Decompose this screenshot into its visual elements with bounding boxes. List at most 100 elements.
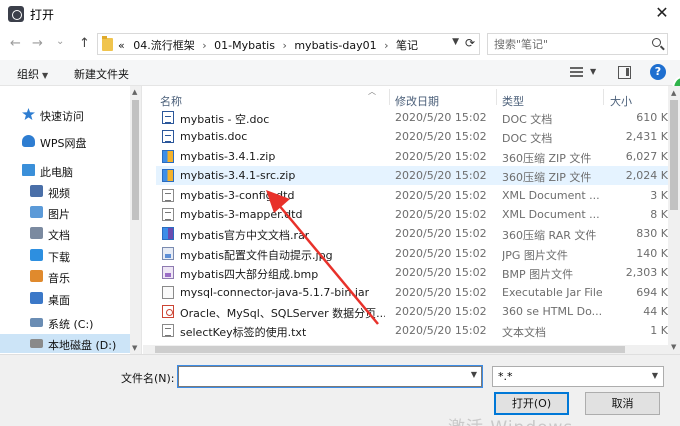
organize-button[interactable]: 组织 ▼ [17, 66, 48, 82]
sidebar-item-drive-d[interactable]: 本地磁盘 (D:) [0, 334, 130, 353]
file-row[interactable]: mybatis-3-mapper.dtd 2020/5/20 15:02 XML D… [156, 205, 668, 224]
sidebar-item-downloads[interactable]: 下载 [30, 246, 141, 265]
column-divider[interactable] [389, 89, 390, 105]
file-size: 2,303 K [625, 266, 668, 280]
chevron-down-icon[interactable]: ▼ [590, 67, 596, 76]
open-button[interactable]: 打开(O) [494, 392, 569, 415]
scroll-up-icon[interactable]: ▲ [132, 88, 137, 96]
file-row[interactable]: mybatis - 空.doc 2020/5/20 15:02 DOC 文档 610 … [156, 108, 668, 127]
help-icon[interactable]: ? [650, 64, 666, 80]
sidebar-item-videos[interactable]: 视频 [30, 182, 141, 201]
computer-icon [22, 164, 35, 176]
chevron-down-icon[interactable]: ▼ [652, 371, 658, 380]
breadcrumb-item[interactable]: 04.流行框架 [133, 39, 195, 52]
column-header-type[interactable]: 类型 [502, 93, 524, 109]
chevron-down-icon[interactable]: ▼ [471, 370, 477, 379]
recent-locations-icon[interactable]: ⌄ [56, 34, 64, 50]
sidebar-item-quick-access[interactable]: 快速访问 [22, 105, 141, 124]
file-row[interactable]: mybatis-3.4.1.zip 2020/5/20 15:02 360压缩 ZI… [156, 147, 668, 166]
search-input[interactable] [488, 34, 643, 54]
sidebar-item-wps-cloud[interactable]: WPS网盘 [22, 132, 141, 151]
breadcrumb-separator[interactable]: › [384, 39, 388, 52]
sidebar-scrollbar[interactable]: ▲ ▼ [130, 86, 141, 354]
file-date: 2020/5/20 15:02 [395, 246, 487, 260]
scrollbar-thumb[interactable] [155, 346, 625, 353]
file-row[interactable]: mybatis四大部分组成.bmp 2020/5/20 15:02 BMP 图片文件… [156, 263, 668, 282]
chevron-down-icon[interactable]: ▼ [452, 37, 459, 47]
file-date: 2020/5/20 15:02 [395, 285, 487, 299]
title-bar: 打开 ✕ [0, 0, 680, 28]
sidebar-item-drive-c[interactable]: 系统 (C:) [30, 313, 141, 332]
file-row[interactable]: mysql-connector-java-5.1.7-bin.jar 2020/5… [156, 283, 668, 302]
file-name: Oracle、MySql、SQLServer 数据分页... [180, 307, 385, 320]
file-name: mybatis-3-mapper.dtd [180, 208, 303, 221]
organize-label: 组织 [17, 68, 39, 81]
file-date: 2020/5/20 15:02 [395, 266, 487, 280]
view-list-icon[interactable] [570, 67, 583, 78]
filename-combobox[interactable]: ▼ [177, 365, 483, 388]
file-type: Executable Jar File [502, 285, 602, 299]
filename-input[interactable] [179, 367, 464, 386]
column-header-size[interactable]: 大小 [610, 93, 632, 109]
sidebar-item-desktop[interactable]: 桌面 [30, 289, 141, 308]
scrollbar-thumb[interactable] [670, 100, 678, 210]
file-type: DOC 文档 [502, 132, 553, 146]
scrollbar-thumb[interactable] [132, 100, 139, 220]
back-arrow-icon[interactable]: ← [10, 36, 21, 52]
file-name: mybatis-3-config.dtd [180, 188, 295, 202]
music-folder-icon [30, 270, 43, 282]
file-date: 2020/5/20 15:02 [395, 227, 487, 241]
sidebar-item-label: WPS网盘 [40, 137, 87, 150]
file-row[interactable]: mybatis-3-config.dtd 2020/5/20 15:02 XML D… [156, 186, 668, 205]
column-header-date[interactable]: 修改日期 [395, 93, 439, 109]
sidebar-item-this-pc[interactable]: 此电脑 [22, 161, 141, 180]
column-header-name[interactable]: 名称 [160, 93, 182, 109]
close-button[interactable]: ✕ [650, 2, 674, 24]
file-size: 1 K [650, 324, 668, 338]
file-row[interactable]: mybatis配置文件自动提示.jpg 2020/5/20 15:02 JPG 图片… [156, 244, 668, 263]
preview-pane-icon[interactable] [618, 66, 631, 79]
doc-file-icon [162, 130, 174, 144]
breadcrumb-overflow[interactable]: « [118, 39, 125, 52]
file-type: BMP 图片文件 [502, 268, 574, 282]
file-list-scrollbar[interactable]: ▲ ▼ [668, 86, 680, 354]
breadcrumb-item[interactable]: 01-Mybatis [214, 39, 275, 52]
column-divider[interactable] [603, 89, 604, 105]
file-size: 140 K [636, 246, 668, 260]
file-row[interactable]: mybatis-3.4.1-src.zip 2020/5/20 15:02 360压… [156, 166, 668, 186]
cancel-button[interactable]: 取消 [585, 392, 660, 415]
file-row[interactable]: selectKey标签的使用.txt 2020/5/20 15:02 文本文档 1 K [156, 321, 668, 340]
file-type: 360压缩 RAR 文件 [502, 229, 597, 243]
address-bar[interactable]: « 04.流行框架 › 01-Mybatis › mybatis-day01 ›… [97, 33, 480, 55]
file-name: mysql-connector-java-5.1.7-bin.jar [180, 285, 370, 299]
breadcrumb-item[interactable]: 笔记 [396, 39, 418, 52]
new-folder-button[interactable]: 新建文件夹 [74, 66, 129, 82]
file-date: 2020/5/20 15:02 [395, 305, 487, 318]
search-box[interactable] [487, 33, 668, 55]
scroll-up-icon[interactable]: ▲ [671, 89, 676, 97]
file-row[interactable]: Oracle、MySql、SQLServer 数据分页... 2020/5/20 … [156, 302, 668, 321]
breadcrumb-separator[interactable]: › [282, 39, 286, 52]
scroll-down-icon[interactable]: ▼ [132, 344, 137, 352]
file-type-filter[interactable]: *.* ▼ [492, 366, 664, 387]
file-size: 8 K [650, 208, 668, 221]
file-name: mybatis-3.4.1-src.zip [180, 169, 296, 183]
file-name: mybatis配置文件自动提示.jpg [180, 248, 333, 262]
up-arrow-icon[interactable]: ↑ [79, 36, 90, 52]
forward-arrow-icon[interactable]: → [32, 36, 43, 52]
column-divider[interactable] [496, 89, 497, 105]
file-row[interactable]: mybatis官方中文文档.rar 2020/5/20 15:02 360压缩 RA… [156, 224, 668, 243]
file-row[interactable]: mybatis.doc 2020/5/20 15:02 DOC 文档 2,431 K [156, 127, 668, 146]
sidebar-item-documents[interactable]: 文档 [30, 224, 141, 243]
bmp-file-icon [162, 266, 174, 280]
file-type: DOC 文档 [502, 113, 553, 126]
sidebar-item-music[interactable]: 音乐 [30, 267, 141, 286]
breadcrumb-item[interactable]: mybatis-day01 [294, 39, 376, 52]
breadcrumb-separator[interactable]: › [202, 39, 206, 52]
img-file-icon [162, 246, 174, 260]
file-list-horizontal-scrollbar[interactable] [143, 345, 668, 354]
sidebar-item-pictures[interactable]: 图片 [30, 203, 141, 222]
refresh-icon[interactable]: ⟳ [465, 36, 475, 50]
search-icon[interactable] [652, 38, 661, 47]
scroll-down-icon[interactable]: ▼ [671, 343, 676, 351]
